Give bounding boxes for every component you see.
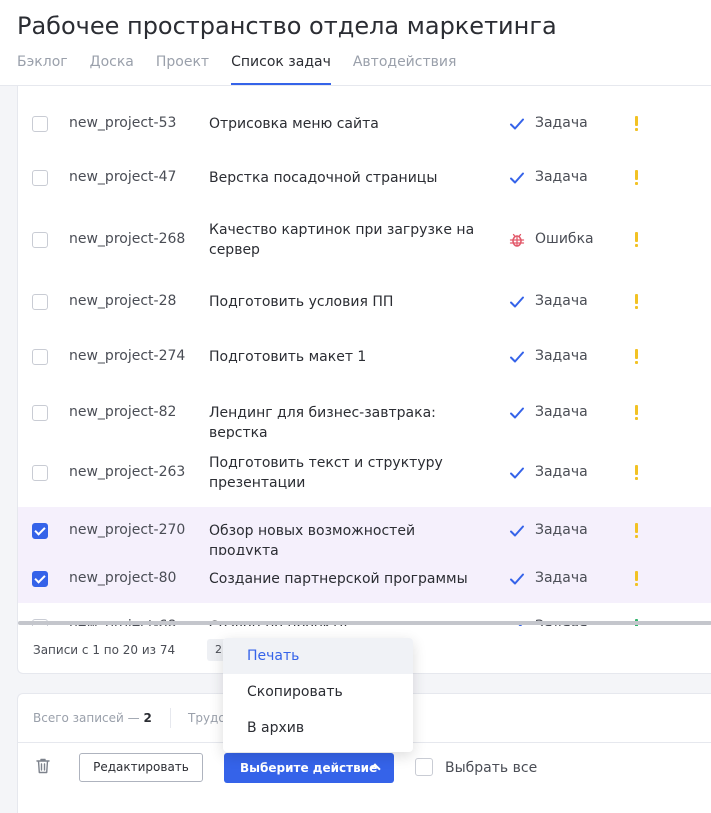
priority-icon (635, 115, 638, 131)
table-row[interactable]: new_project-47 Верстка посадочной страниц… (18, 151, 711, 205)
table-row[interactable]: new_project-28 Подготовить условия ПП Зада… (18, 275, 711, 329)
task-summary[interactable]: Подготовить текст и структуру презентаци… (209, 453, 489, 493)
task-key[interactable]: new_project-28 (69, 293, 176, 309)
task-type: Задача (535, 570, 588, 586)
tab-backlog[interactable]: Бэклог (17, 54, 68, 84)
table-row[interactable]: new_project-53 Отрисовка меню сайта Задача (18, 96, 711, 152)
table-row[interactable]: new_project-82 Лендинг для бизнес-завтрак… (18, 386, 711, 443)
priority-icon (635, 404, 638, 420)
action-dropdown-menu: Печать Скопировать В архив (223, 638, 413, 752)
table-row[interactable]: new_project-270 Обзор новых возможностей … (18, 507, 711, 559)
bug-icon (509, 233, 525, 247)
row-checkbox[interactable] (32, 231, 48, 248)
tab-task-list[interactable]: Список задач (231, 54, 331, 85)
task-summary[interactable]: Верстка посадочной страницы (209, 168, 489, 188)
priority-icon (635, 293, 638, 309)
row-checkbox[interactable] (32, 404, 48, 421)
tab-board[interactable]: Доска (90, 54, 134, 84)
task-type: Задача (535, 522, 588, 538)
horizontal-scrollbar[interactable] (18, 621, 711, 625)
table-row[interactable]: new_project-268 Качество картинок при заг… (18, 204, 711, 276)
priority-icon (635, 465, 638, 480)
task-key[interactable]: new_project-268 (69, 231, 185, 247)
task-key[interactable]: new_project-263 (69, 464, 185, 480)
check-icon (510, 296, 524, 307)
priority-icon (635, 523, 638, 538)
tab-automations[interactable]: Автодействия (353, 54, 457, 84)
select-action-button[interactable]: Выберите действие (224, 753, 394, 783)
task-type: Задача (535, 348, 588, 364)
task-key[interactable]: new_project-274 (69, 348, 185, 364)
total-records-label: Всего записей — (33, 711, 140, 725)
check-icon (510, 118, 524, 129)
task-key[interactable]: new_project-82 (69, 404, 176, 420)
task-type: Задача (535, 114, 588, 131)
menu-item-print[interactable]: Печать (223, 638, 413, 674)
row-checkbox[interactable] (32, 571, 48, 587)
task-key[interactable]: new_project-47 (69, 169, 176, 185)
row-checkbox[interactable] (32, 169, 48, 186)
menu-item-archive[interactable]: В архив (223, 710, 413, 746)
check-icon (510, 467, 524, 479)
task-key[interactable]: new_project-80 (69, 570, 176, 586)
task-summary[interactable]: Подготовить макет 1 (209, 347, 489, 367)
table-row[interactable]: new_project-274 Подготовить макет 1 Задача (18, 328, 711, 387)
check-icon (510, 525, 524, 537)
trash-icon[interactable] (36, 758, 50, 774)
total-records-value: 2 (143, 711, 152, 725)
row-checkbox[interactable] (32, 349, 48, 365)
task-summary[interactable]: Отрисовка меню сайта (209, 114, 489, 134)
row-checkbox[interactable] (32, 293, 48, 310)
task-type: Задача (535, 403, 588, 420)
table-row[interactable]: new_project-80 Создание партнерской прогр… (18, 555, 711, 604)
check-icon (510, 573, 524, 585)
task-summary[interactable]: Подготовить условия ПП (209, 292, 489, 312)
edit-button[interactable]: Редактировать (79, 753, 203, 782)
page-title: Рабочее пространство отдела маркетинга (17, 12, 557, 40)
tabs: Бэклог Доска Проект Список задач Автодей… (17, 54, 478, 85)
task-type: Задача (535, 292, 588, 309)
workspace-header: Рабочее пространство отдела маркетинга Б… (0, 0, 711, 86)
task-type: Задача (535, 464, 588, 480)
row-checkbox[interactable] (32, 523, 48, 539)
task-table: new_project-53 Отрисовка меню сайта Задача… (17, 86, 711, 626)
task-type: Задача (535, 168, 588, 185)
priority-icon (635, 571, 638, 586)
menu-item-copy[interactable]: Скопировать (223, 674, 413, 710)
task-key[interactable]: new_project-270 (69, 522, 185, 538)
task-summary[interactable]: Качество картинок при загрузке на сервер (209, 220, 489, 260)
priority-icon (635, 349, 638, 364)
task-key[interactable]: new_project-53 (69, 115, 176, 131)
task-summary[interactable]: Создание партнерской программы (209, 569, 489, 589)
task-summary[interactable]: Лендинг для бизнес-завтрака: верстка (209, 403, 489, 443)
task-type: Ошибка (535, 230, 594, 247)
check-icon (510, 407, 524, 418)
select-all-label[interactable]: Выбрать все (445, 760, 537, 776)
row-checkbox[interactable] (32, 465, 48, 481)
total-records: Всего записей — 2 (33, 711, 152, 725)
tab-project[interactable]: Проект (156, 54, 209, 84)
priority-icon (635, 231, 638, 247)
row-checkbox[interactable] (32, 115, 48, 132)
check-icon (510, 351, 524, 363)
records-info: Записи с 1 по 20 из 74 (33, 643, 176, 657)
select-action-label: Выберите действие (240, 761, 378, 775)
select-all-checkbox[interactable] (415, 758, 433, 776)
divider (170, 708, 171, 728)
priority-icon (635, 169, 638, 185)
labor-label: Трудо (188, 711, 226, 725)
check-icon (510, 172, 524, 183)
table-row[interactable]: new_project-263 Подготовить текст и струк… (18, 439, 711, 508)
